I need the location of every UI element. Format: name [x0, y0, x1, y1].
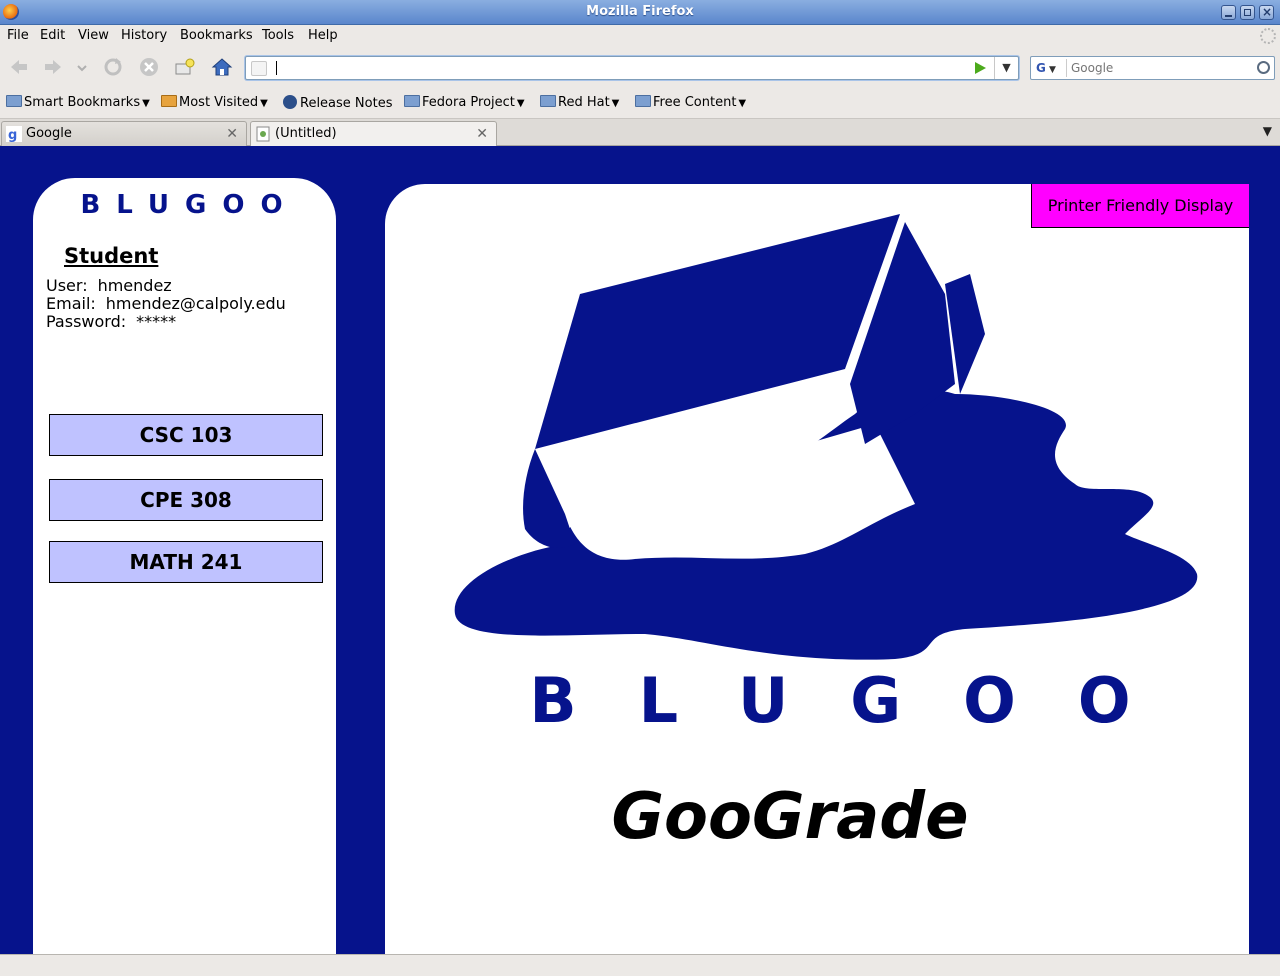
bookmark-label: Free Content [653, 95, 737, 110]
window-title: Mozilla Firefox [586, 4, 694, 19]
tab-label: (Untitled) [275, 126, 337, 141]
status-bar [0, 954, 1280, 976]
bookmark-fedora-project[interactable]: Fedora Project ▼ [404, 95, 525, 110]
password-value: ***** [136, 312, 177, 331]
menu-edit[interactable]: Edit [40, 28, 65, 43]
folder-icon [6, 95, 22, 107]
close-tab-icon[interactable]: ✕ [476, 126, 488, 142]
tab-bar: g Google ✕ (Untitled) ✕ ▼ [0, 119, 1280, 147]
throbber-icon [1260, 28, 1276, 44]
search-input[interactable] [1071, 60, 1251, 76]
search-engine-selector[interactable]: G ▼ [1033, 59, 1067, 77]
tab-label: Google [26, 126, 72, 141]
menu-bar: File Edit View History Bookmarks Tools H… [0, 25, 1280, 47]
new-bookmark-icon[interactable] [174, 56, 196, 78]
bookmark-label: Smart Bookmarks [24, 95, 141, 110]
forward-arrow-icon[interactable] [42, 56, 64, 78]
page-icon [256, 126, 270, 142]
menu-history[interactable]: History [121, 28, 167, 43]
tab-list-chevron-icon[interactable]: ▼ [1263, 124, 1272, 138]
go-arrow-icon[interactable] [975, 62, 986, 74]
maximize-button[interactable] [1240, 5, 1255, 20]
home-icon[interactable] [211, 56, 233, 78]
minimize-button[interactable] [1221, 5, 1236, 20]
bookmark-red-hat[interactable]: Red Hat ▼ [540, 95, 619, 110]
email-row: Email: hmendez@calpoly.edu [46, 294, 286, 313]
course-button-cpe-308[interactable]: CPE 308 [49, 479, 323, 521]
bookmark-label: Release Notes [300, 96, 393, 111]
bookmarks-toolbar: Smart Bookmarks ▼ Most Visited ▼ Release N… [0, 87, 1280, 119]
user-label: User: [46, 276, 88, 295]
sidebar-logo: BLUGOO [80, 190, 299, 220]
chevron-down-icon: ▼ [738, 98, 747, 109]
menu-bookmarks[interactable]: Bookmarks [180, 28, 253, 43]
course-button-math-241[interactable]: MATH 241 [49, 541, 323, 583]
folder-icon [404, 95, 420, 107]
course-button-csc-103[interactable]: CSC 103 [49, 414, 323, 456]
stop-icon[interactable] [138, 56, 160, 78]
title-bar: Mozilla Firefox × [0, 0, 1280, 25]
page-content: BLUGOO Student User: hmendez Email: hmende… [0, 146, 1280, 954]
user-value: hmendez [97, 276, 172, 295]
close-window-button[interactable]: × [1259, 5, 1274, 20]
menu-tools[interactable]: Tools [262, 28, 294, 43]
chevron-down-icon: ▼ [260, 98, 268, 109]
google-engine-icon: G [1036, 61, 1046, 75]
email-value: hmendez@calpoly.edu [105, 294, 286, 313]
folder-icon [635, 95, 651, 107]
bookmark-label: Fedora Project [422, 95, 515, 110]
email-label: Email: [46, 294, 96, 313]
bookmark-smart-bookmarks[interactable]: Smart Bookmarks ▼ [6, 95, 150, 110]
google-favicon-icon: g [6, 126, 22, 142]
bookmark-most-visited[interactable]: Most Visited ▼ [161, 95, 268, 110]
tab-google[interactable]: g Google ✕ [1, 121, 247, 146]
folder-icon [161, 95, 177, 107]
history-dropdown-icon[interactable] [74, 56, 90, 78]
menu-file[interactable]: File [7, 28, 29, 43]
text-caret [276, 61, 277, 75]
site-identity-icon[interactable] [251, 61, 267, 76]
menu-help[interactable]: Help [308, 28, 338, 43]
fedora-icon [283, 95, 297, 109]
password-row: Password: ***** [46, 312, 176, 331]
navigation-toolbar: ▼ G ▼ [0, 47, 1280, 87]
role-heading: Student [64, 244, 159, 268]
search-icon[interactable] [1257, 61, 1270, 74]
brand-wordmark: BLUGOO [529, 664, 1193, 737]
bookmark-label: Most Visited [179, 95, 259, 110]
main-panel: Printer Friendly Display BLUGOO GooGrade [385, 184, 1249, 954]
chevron-down-icon: ▼ [516, 98, 525, 109]
sidebar: BLUGOO Student User: hmendez Email: hmende… [33, 178, 336, 954]
menu-view[interactable]: View [78, 28, 109, 43]
app-name: GooGrade [611, 780, 969, 854]
search-bar[interactable]: G ▼ [1030, 56, 1275, 80]
bookmark-release-notes[interactable]: Release Notes [283, 95, 392, 111]
password-label: Password: [46, 312, 127, 331]
user-row: User: hmendez [46, 276, 172, 295]
bookmark-free-content[interactable]: Free Content ▼ [635, 95, 746, 110]
url-dropdown-icon[interactable]: ▼ [994, 57, 1018, 79]
chevron-down-icon: ▼ [142, 98, 150, 109]
chevron-down-icon: ▼ [611, 98, 620, 109]
folder-icon [540, 95, 556, 107]
close-tab-icon[interactable]: ✕ [226, 126, 238, 142]
back-arrow-icon[interactable] [8, 56, 30, 78]
svg-text:g: g [8, 128, 17, 142]
reload-icon[interactable] [102, 56, 124, 78]
tab-untitled[interactable]: (Untitled) ✕ [250, 121, 497, 147]
melting-cube-logo [454, 214, 1198, 660]
bookmark-label: Red Hat [558, 95, 610, 110]
url-bar[interactable]: ▼ [245, 56, 1019, 80]
